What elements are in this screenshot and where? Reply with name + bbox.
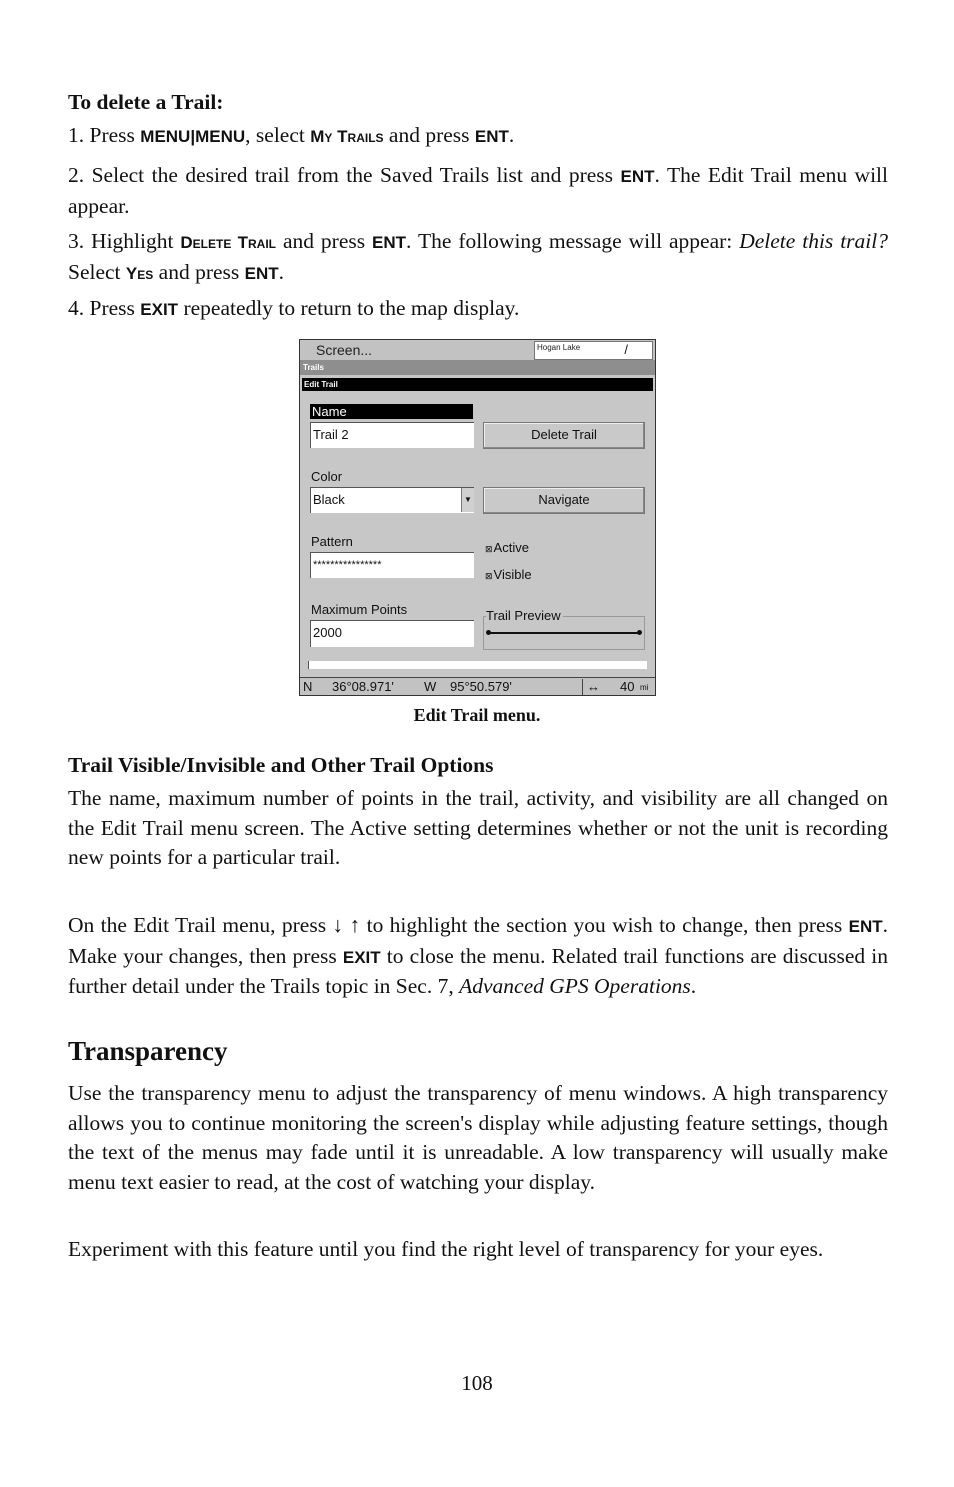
map-lake-label: Hogan Lake (537, 343, 581, 352)
map-preview: Hogan Lake / (534, 341, 653, 360)
active-checkbox[interactable]: ⊠Active (485, 540, 529, 555)
color-label: Color (311, 469, 343, 484)
edit-trail-title-bar: Edit Trail (302, 378, 653, 391)
checkbox-checked-icon: ⊠ (485, 544, 493, 554)
key-ent: ENT (848, 917, 883, 936)
figure-caption: Edit Trail menu. (413, 705, 541, 725)
key-exit: EXIT (342, 947, 381, 967)
name-label: Name (310, 404, 473, 419)
latitude: 36°08.971' (332, 679, 394, 694)
pattern-field[interactable]: **************** (310, 552, 474, 578)
zoom-value: 40 (620, 679, 635, 694)
arrow-keys-icon: ↓ ↑ (332, 913, 361, 937)
navigate-button[interactable]: Navigate (483, 487, 645, 514)
longitude: 95°50.579' (450, 679, 512, 694)
visible-checkbox[interactable]: ⊠Visible (485, 567, 532, 582)
trail-preview-line (488, 632, 640, 634)
trail-preview-box: Trail Preview (483, 608, 645, 650)
lat-hemisphere: N (303, 679, 313, 694)
step-2: 2. Select the desired trail from the Sav… (68, 163, 889, 218)
menu-delete-trail: Delete Trail (180, 233, 277, 252)
key-ent: ENT (372, 233, 407, 252)
options-paragraph-1: The name, maximum number of points in th… (68, 786, 888, 869)
transparency-paragraph-2: Experiment with this feature until you f… (68, 1237, 824, 1261)
chevron-down-icon[interactable]: ▼ (461, 488, 474, 512)
screen-top-bar: Screen... Hogan Lake / (300, 340, 655, 360)
menu-my-trails: My Trails (310, 127, 384, 146)
lon-hemisphere: W (424, 679, 437, 694)
pattern-label: Pattern (311, 534, 353, 549)
trail-preview-end-dot (637, 630, 642, 635)
step-4: 4. Press EXIT repeatedly to return to th… (68, 296, 520, 320)
trail-preview-label: Trail Preview (486, 608, 563, 623)
page-number: 108 (461, 1371, 493, 1395)
options-paragraph-2: On the Edit Trail menu, press ↓ ↑ to hig… (68, 913, 889, 998)
zoom-unit: mi (640, 683, 649, 692)
delete-trail-heading: To delete a Trail: (68, 90, 224, 114)
map-track-mark: / (624, 342, 628, 357)
step-1: 1. Press MENU|MENU, select My Trails and… (68, 123, 515, 147)
name-field[interactable]: Trail 2 (310, 422, 474, 448)
key-ent: ENT (244, 263, 279, 283)
zoom-range-icon: ↔ (587, 679, 600, 694)
key-ent: ENT (620, 167, 655, 186)
trails-title-bar: Trails (300, 360, 655, 375)
key-exit: EXIT (140, 300, 179, 319)
screen-scroll-strip (308, 661, 647, 669)
step-3: 3. Highlight Delete Trail and press ENT.… (68, 229, 888, 284)
key-menu: MENU (140, 127, 191, 146)
options-heading: Trail Visible/Invisible and Other Trail … (68, 753, 494, 777)
position-status-bar: N 36°08.971' W 95°50.579' ↔ 40 mi (300, 677, 655, 695)
edit-trail-screenshot: Screen... Hogan Lake / Trails Edit Trail… (299, 339, 656, 696)
transparency-paragraph-1: Use the transparency menu to adjust the … (68, 1081, 888, 1194)
checkbox-checked-icon: ⊠ (485, 571, 493, 581)
menu-yes: Yes (125, 263, 154, 283)
max-points-field[interactable]: 2000 (310, 620, 474, 647)
key-menu: MENU (195, 127, 246, 146)
color-value: Black (313, 492, 345, 507)
key-ent: ENT (474, 127, 509, 146)
delete-trail-button[interactable]: Delete Trail (483, 422, 645, 449)
transparency-heading: Transparency (68, 1036, 228, 1066)
trail-preview-start-dot (486, 630, 491, 635)
color-select[interactable]: Black ▼ (310, 487, 474, 513)
max-points-label: Maximum Points (311, 602, 408, 617)
screen-menu-label: Screen... (316, 342, 373, 358)
